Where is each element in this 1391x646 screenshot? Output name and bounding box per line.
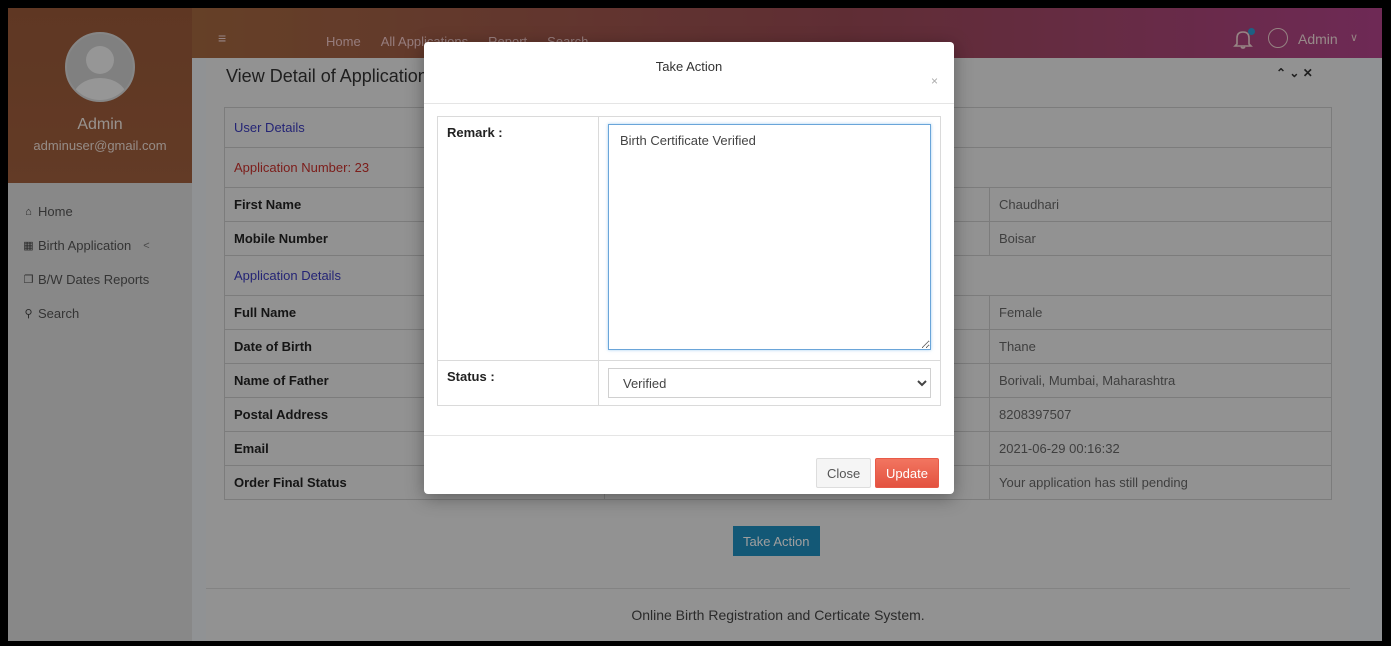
status-label: Status : (437, 360, 599, 406)
close-button[interactable]: Close (816, 458, 872, 488)
close-icon[interactable]: × (931, 74, 938, 88)
update-button[interactable]: Update (875, 458, 939, 488)
modal-title: Take Action (655, 59, 723, 74)
take-action-modal: Take Action × Remark : Birth Certificate… (424, 42, 954, 494)
status-select[interactable]: Verified (608, 368, 931, 398)
modal-header: Take Action × (424, 42, 954, 104)
app-window: Admin adminuser@gmail.com ⌂ Home ▦ Birth… (8, 8, 1382, 641)
modal-footer: Close Update (424, 435, 954, 494)
modal-body: Remark : Birth Certificate Verified Stat… (424, 104, 954, 406)
action-form: Remark : Birth Certificate Verified Stat… (437, 116, 941, 406)
remark-textarea[interactable]: Birth Certificate Verified (608, 124, 931, 350)
remark-label: Remark : (437, 116, 599, 361)
